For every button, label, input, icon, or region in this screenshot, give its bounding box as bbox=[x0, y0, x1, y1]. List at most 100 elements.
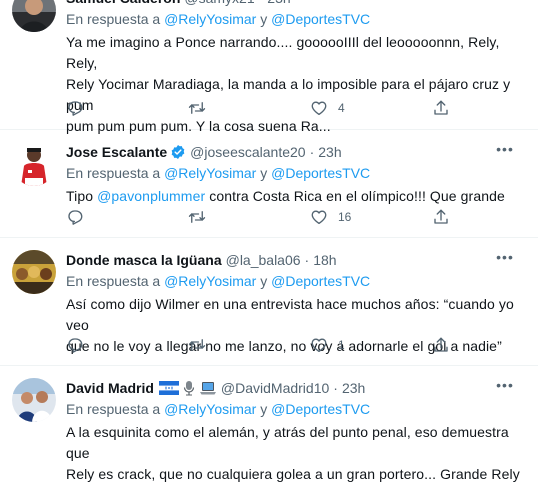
reply-context: En respuesta a @RelyYosimar y @DeportesT… bbox=[66, 399, 526, 419]
avatar[interactable] bbox=[12, 378, 56, 422]
reply-prefix: En respuesta a bbox=[66, 273, 161, 289]
like-count: 4 bbox=[338, 101, 345, 115]
reply-prefix: En respuesta a bbox=[66, 401, 161, 417]
tweet-text: Ya me imagino a Ponce narrando.... goooo… bbox=[66, 32, 526, 137]
mention-link[interactable]: @pavonplummer bbox=[97, 188, 205, 204]
mention-link[interactable]: @RelyYosimar bbox=[164, 273, 256, 289]
timestamp[interactable]: 23h bbox=[318, 142, 341, 162]
avatar-image bbox=[12, 142, 56, 186]
handle[interactable]: @samyx21 bbox=[184, 0, 254, 8]
separator: · bbox=[309, 144, 315, 160]
retweet-icon bbox=[188, 336, 206, 354]
retweet-icon bbox=[188, 99, 206, 117]
retweet-icon bbox=[188, 208, 206, 226]
like-count: 16 bbox=[338, 210, 352, 224]
share-button[interactable] bbox=[432, 98, 450, 118]
mention-link[interactable]: @RelyYosimar bbox=[164, 401, 256, 417]
microphone-icon bbox=[183, 381, 195, 396]
tweet-text-line: Rely es crack, que no cualquiera golea a… bbox=[66, 466, 520, 482]
more-icon[interactable]: ••• bbox=[494, 142, 516, 162]
tweet-header: Jose Escalante @joseescalante20 · 23h bbox=[66, 142, 526, 162]
heart-icon bbox=[310, 208, 328, 226]
avatar-image bbox=[12, 0, 56, 32]
tweet[interactable]: Samuel Calderon @samyx21 · 23h ••• En re… bbox=[0, 0, 538, 134]
separator: · bbox=[333, 380, 338, 396]
reply-button[interactable] bbox=[66, 98, 94, 118]
retweet-button[interactable] bbox=[188, 335, 216, 355]
reply-prefix: En respuesta a bbox=[66, 11, 161, 27]
timestamp[interactable]: 23h bbox=[342, 378, 365, 398]
honduras-flag-icon bbox=[158, 381, 179, 395]
reply-and: y bbox=[260, 11, 268, 27]
avatar[interactable] bbox=[12, 142, 56, 186]
reply-context: En respuesta a @RelyYosimar y @DeportesT… bbox=[66, 163, 526, 183]
tweet-header: Donde masca la Igüana @la_bala06 · 18h bbox=[66, 250, 526, 270]
reply-and: y bbox=[260, 273, 268, 289]
tweet-header: David Madrid @DavidMadrid10 · 23h bbox=[66, 378, 526, 398]
reply-context: En respuesta a @RelyYosimar y @DeportesT… bbox=[66, 9, 526, 29]
timestamp[interactable]: 18h bbox=[313, 250, 336, 270]
more-icon[interactable]: ••• bbox=[494, 0, 516, 8]
reply-icon bbox=[66, 208, 84, 226]
mention-link[interactable]: @DeportesTVC bbox=[271, 401, 370, 417]
mention-link[interactable]: @RelyYosimar bbox=[164, 11, 256, 27]
tweet-text: Tipo @pavonplummer contra Costa Rica en … bbox=[66, 186, 526, 207]
timestamp[interactable]: 23h bbox=[267, 0, 290, 8]
share-icon bbox=[432, 208, 450, 226]
handle[interactable]: @la_bala06 bbox=[226, 250, 301, 270]
tweet[interactable]: David Madrid @DavidMadrid10 · 23h ••• En… bbox=[0, 366, 538, 488]
separator: · bbox=[304, 252, 310, 268]
reply-and: y bbox=[260, 165, 268, 181]
avatar[interactable] bbox=[12, 0, 56, 32]
tweet-text-line: Así como dijo Wilmer en una entrevista h… bbox=[66, 296, 514, 333]
like-count: 1 bbox=[338, 338, 345, 352]
verified-badge-icon bbox=[171, 145, 185, 159]
like-button[interactable]: 1 bbox=[310, 335, 345, 355]
tweet[interactable]: Jose Escalante @joseescalante20 · 23h ••… bbox=[0, 130, 538, 238]
reply-prefix: En respuesta a bbox=[66, 165, 161, 181]
tweet-text-line: Ya me imagino a Ponce narrando.... goooo… bbox=[66, 34, 500, 71]
tweet-actions: 1 bbox=[66, 335, 466, 355]
mention-link[interactable]: @DeportesTVC bbox=[271, 165, 370, 181]
heart-icon bbox=[310, 336, 328, 354]
handle[interactable]: @joseescalante20 bbox=[190, 142, 305, 162]
separator: · bbox=[259, 0, 264, 8]
share-icon bbox=[432, 99, 450, 117]
tweet-header: Samuel Calderon @samyx21 · 23h bbox=[66, 0, 526, 8]
reply-button[interactable] bbox=[66, 335, 94, 355]
avatar[interactable] bbox=[12, 250, 56, 294]
like-button[interactable]: 4 bbox=[310, 98, 345, 118]
display-name[interactable]: Donde masca la Igüana bbox=[66, 250, 222, 270]
share-button[interactable] bbox=[432, 207, 450, 227]
reply-button[interactable] bbox=[66, 207, 94, 227]
tweet-text-segment: Tipo bbox=[66, 188, 98, 204]
retweet-button[interactable] bbox=[188, 207, 216, 227]
mention-link[interactable]: @RelyYosimar bbox=[164, 165, 256, 181]
retweet-button[interactable] bbox=[188, 98, 216, 118]
share-icon bbox=[432, 336, 450, 354]
reply-context: En respuesta a @RelyYosimar y @DeportesT… bbox=[66, 271, 526, 291]
reply-icon bbox=[66, 336, 84, 354]
tweet-actions: 16 bbox=[66, 207, 466, 227]
tweet-text-segment: contra Costa Rica en el olímpico!!! Que … bbox=[205, 188, 505, 204]
reply-and: y bbox=[260, 401, 268, 417]
like-button[interactable]: 16 bbox=[310, 207, 351, 227]
avatar-image bbox=[12, 378, 56, 422]
laptop-icon bbox=[199, 382, 216, 395]
share-button[interactable] bbox=[432, 335, 450, 355]
more-icon[interactable]: ••• bbox=[494, 250, 516, 270]
mention-link[interactable]: @DeportesTVC bbox=[271, 273, 370, 289]
tweet-text: A la esquinita como el alemán, y atrás d… bbox=[66, 422, 526, 485]
heart-icon bbox=[310, 99, 328, 117]
tweet-actions: 4 bbox=[66, 98, 466, 118]
display-name[interactable]: Samuel Calderon bbox=[66, 0, 180, 8]
display-name[interactable]: David Madrid bbox=[66, 378, 154, 398]
more-icon[interactable]: ••• bbox=[494, 378, 516, 398]
tweet[interactable]: Donde masca la Igüana @la_bala06 · 18h •… bbox=[0, 238, 538, 366]
display-name[interactable]: Jose Escalante bbox=[66, 142, 167, 162]
tweet-text-line: A la esquinita como el alemán, y atrás d… bbox=[66, 424, 509, 461]
avatar-image bbox=[12, 250, 56, 294]
handle[interactable]: @DavidMadrid10 bbox=[221, 378, 329, 398]
reply-icon bbox=[66, 99, 84, 117]
mention-link[interactable]: @DeportesTVC bbox=[271, 11, 370, 27]
